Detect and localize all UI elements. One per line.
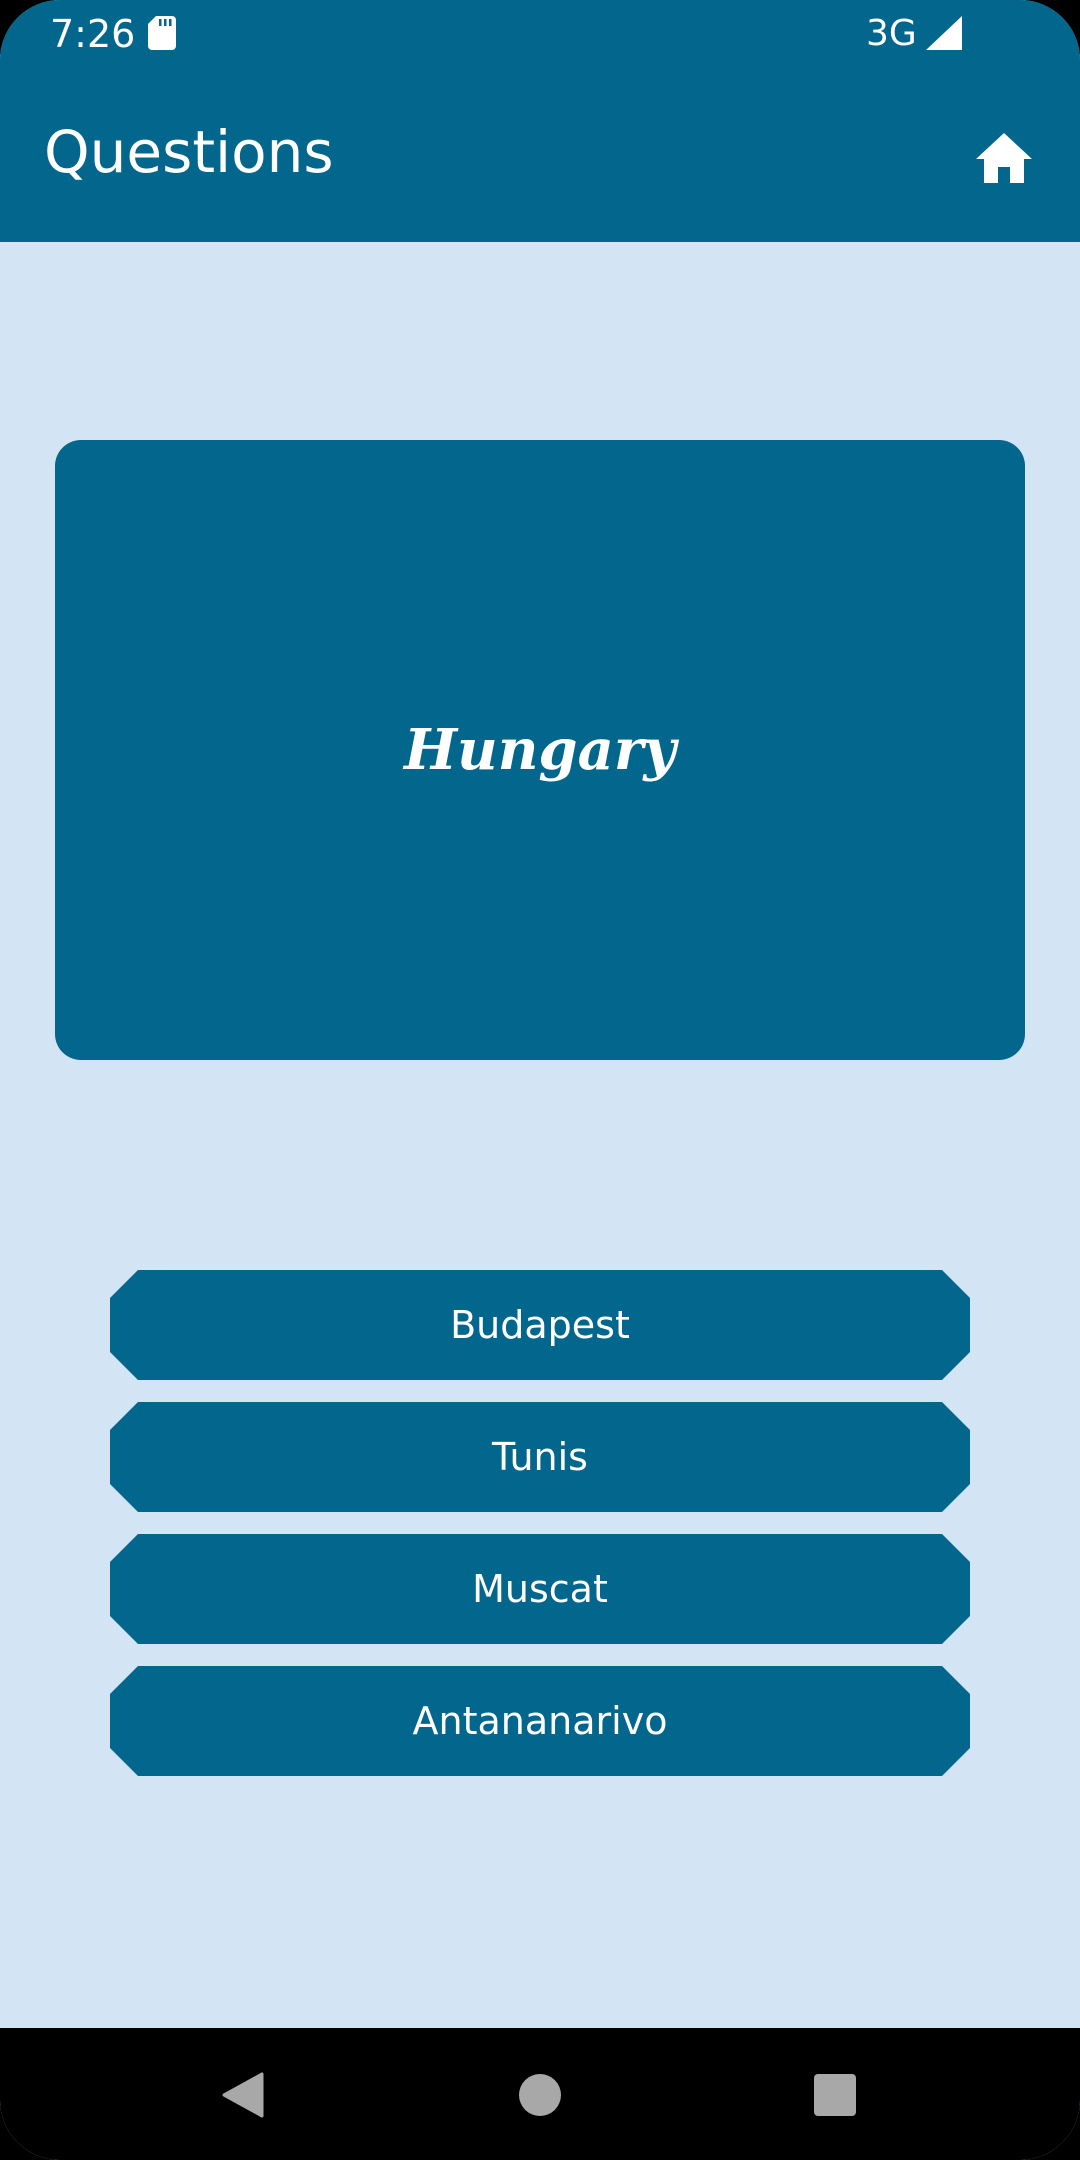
status-bar: 7:26 3G xyxy=(0,0,1080,66)
home-circle-icon[interactable] xyxy=(519,2074,561,2116)
back-icon[interactable] xyxy=(222,2072,264,2118)
question-country: Hungary xyxy=(404,717,676,783)
navigation-bar xyxy=(0,2028,1080,2160)
answer-button[interactable]: Budapest xyxy=(110,1270,970,1380)
answer-button[interactable]: Muscat xyxy=(110,1534,970,1644)
content-area: Hungary Budapest Tunis Muscat Antananari… xyxy=(0,242,1080,2028)
phone-screen: 7:26 3G Questions Hungary Budapest Tunis… xyxy=(0,0,1080,2160)
network-type-label: 3G xyxy=(866,13,917,54)
home-icon xyxy=(976,132,1032,188)
status-time: 7:26 xyxy=(50,12,136,56)
recents-icon[interactable] xyxy=(814,2074,856,2116)
app-bar: Questions xyxy=(0,66,1080,242)
home-button[interactable] xyxy=(968,124,1040,196)
page-title: Questions xyxy=(44,118,334,186)
cell-signal-icon xyxy=(926,16,962,50)
answer-button[interactable]: Antananarivo xyxy=(110,1666,970,1776)
answer-button[interactable]: Tunis xyxy=(110,1402,970,1512)
question-card: Hungary xyxy=(55,440,1025,1060)
sd-card-icon xyxy=(148,16,176,50)
answer-list: Budapest Tunis Muscat Antananarivo xyxy=(110,1270,970,1798)
